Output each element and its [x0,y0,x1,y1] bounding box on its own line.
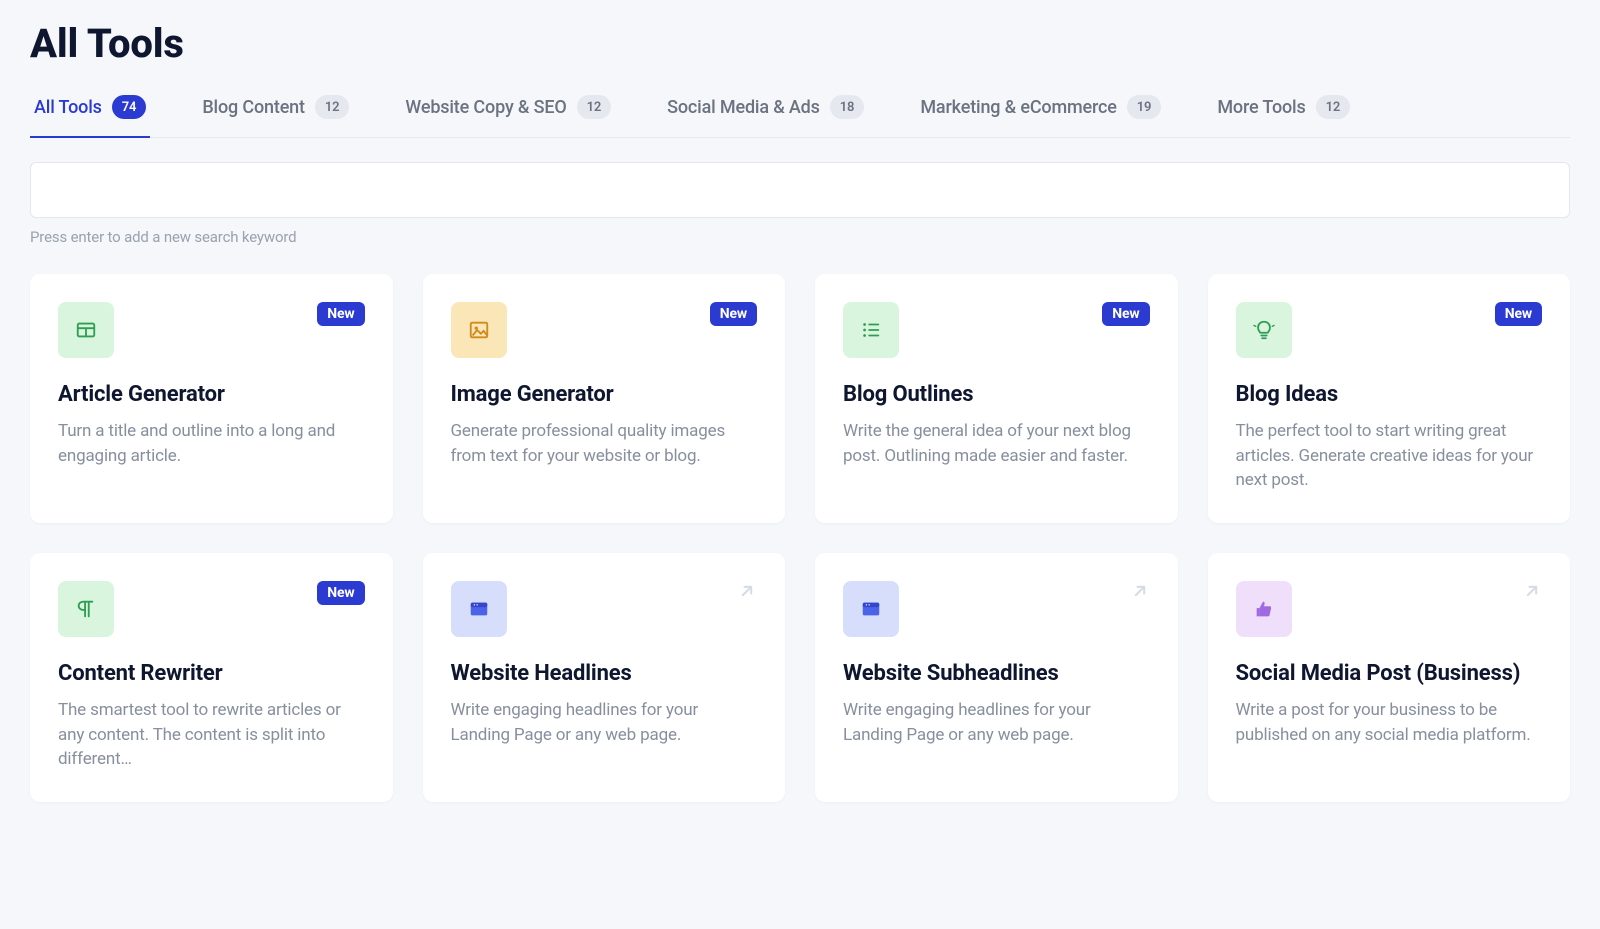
card-top-row: New [451,302,758,358]
card-title: Article Generator [58,382,365,407]
arrow-up-right-icon [1522,581,1542,601]
card-top-row [843,581,1150,637]
card-top-row: New [1236,302,1543,358]
card-title: Social Media Post (Business) [1236,661,1543,686]
tools-grid: New Article Generator Turn a title and o… [30,274,1570,802]
tab-blog-content[interactable]: Blog Content 12 [198,95,353,137]
browser-window-icon [843,581,899,637]
tab-label: Website Copy & SEO [405,97,566,118]
search-section: Press enter to add a new search keyword [30,162,1570,246]
image-icon [451,302,507,358]
new-badge: New [1102,302,1149,326]
list-icon [843,302,899,358]
tabs-bar: All Tools 74 Blog Content 12 Website Cop… [30,95,1570,138]
card-top-row [1236,581,1543,637]
tab-label: Marketing & eCommerce [920,97,1116,118]
search-input[interactable] [30,162,1570,218]
card-title: Website Headlines [451,661,758,686]
tab-more-tools[interactable]: More Tools 12 [1213,95,1354,137]
page-title: All Tools [30,20,1570,67]
tool-card-website-subheadlines[interactable]: Website Subheadlines Write engaging head… [815,553,1178,802]
card-description: Write engaging headlines for your Landin… [451,698,758,747]
card-description: Generate professional quality images fro… [451,419,758,468]
arrow-up-right-icon [1130,581,1150,601]
card-description: Write engaging headlines for your Landin… [843,698,1150,747]
tool-card-article-generator[interactable]: New Article Generator Turn a title and o… [30,274,393,523]
new-badge: New [1495,302,1542,326]
tab-label: All Tools [34,97,102,118]
tool-card-blog-outlines[interactable]: New Blog Outlines Write the general idea… [815,274,1178,523]
tool-card-website-headlines[interactable]: Website Headlines Write engaging headlin… [423,553,786,802]
tab-label: More Tools [1217,97,1305,118]
card-title: Content Rewriter [58,661,365,686]
tab-all-tools[interactable]: All Tools 74 [30,95,150,137]
browser-window-icon [451,581,507,637]
tab-count-badge: 12 [315,95,350,119]
tab-count-badge: 74 [112,95,147,119]
card-description: Turn a title and outline into a long and… [58,419,365,468]
tab-count-badge: 12 [1316,95,1351,119]
new-badge: New [317,302,364,326]
card-title: Image Generator [451,382,758,407]
card-description: Write a post for your business to be pub… [1236,698,1543,747]
tab-count-badge: 12 [577,95,612,119]
card-description: The smartest tool to rewrite articles or… [58,698,365,772]
arrow-up-right-icon [737,581,757,601]
tool-card-content-rewriter[interactable]: New Content Rewriter The smartest tool t… [30,553,393,802]
tab-label: Blog Content [202,97,305,118]
card-top-row: New [58,302,365,358]
article-icon [58,302,114,358]
card-top-row: New [58,581,365,637]
tab-social-media-ads[interactable]: Social Media & Ads 18 [663,95,868,137]
card-title: Blog Outlines [843,382,1150,407]
lightbulb-icon [1236,302,1292,358]
new-badge: New [317,581,364,605]
card-top-row [451,581,758,637]
tool-card-image-generator[interactable]: New Image Generator Generate professiona… [423,274,786,523]
thumbs-up-icon [1236,581,1292,637]
card-description: The perfect tool to start writing great … [1236,419,1543,493]
card-top-row: New [843,302,1150,358]
search-hint: Press enter to add a new search keyword [30,228,1570,246]
card-description: Write the general idea of your next blog… [843,419,1150,468]
tab-count-badge: 18 [830,95,865,119]
tool-card-social-media-post-business[interactable]: Social Media Post (Business) Write a pos… [1208,553,1571,802]
card-title: Blog Ideas [1236,382,1543,407]
paragraph-icon [58,581,114,637]
new-badge: New [710,302,757,326]
tab-website-copy-seo[interactable]: Website Copy & SEO 12 [401,95,615,137]
tool-card-blog-ideas[interactable]: New Blog Ideas The perfect tool to start… [1208,274,1571,523]
card-title: Website Subheadlines [843,661,1150,686]
tab-count-badge: 19 [1127,95,1162,119]
tab-label: Social Media & Ads [667,97,820,118]
tab-marketing-ecommerce[interactable]: Marketing & eCommerce 19 [916,95,1165,137]
